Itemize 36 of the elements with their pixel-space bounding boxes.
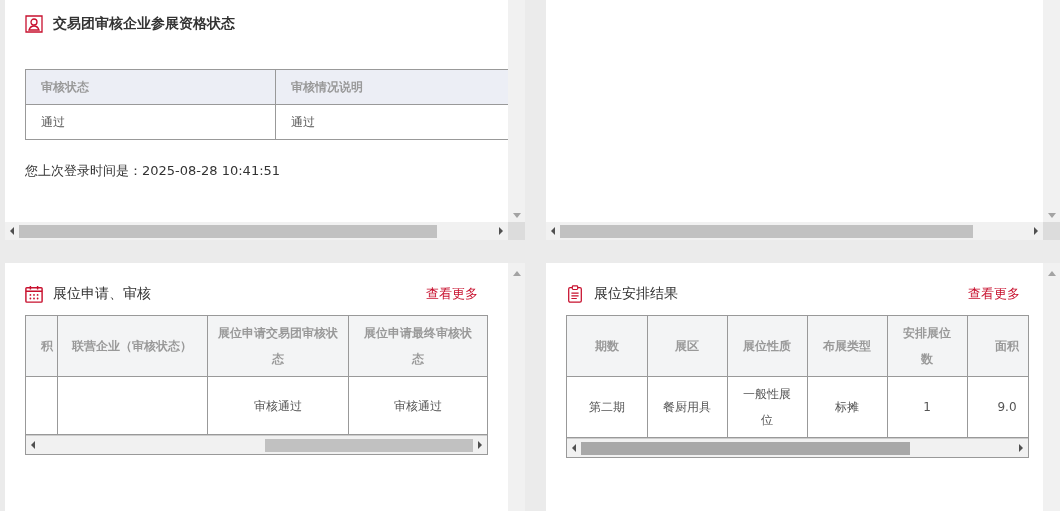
clipboard-icon [566,285,584,303]
table-cell: 一般性展位 [727,376,807,438]
table-cell: 1 [887,376,967,438]
vertical-scrollbar[interactable] [508,263,525,511]
column-header: 布展类型 [807,316,887,377]
horizontal-scrollbar[interactable] [546,222,1060,240]
view-more-link[interactable]: 查看更多 [968,285,1020,303]
column-header: 展位申请交易团审核状态 [207,316,348,377]
table-cell: 第二期 [567,376,647,438]
horizontal-scrollbar[interactable] [5,222,525,240]
table-cell: 审核通过 [207,376,348,435]
vertical-scrollbar[interactable] [508,0,525,222]
last-login-text: 您上次登录时间是：2025-08-28 10:41:51 [25,162,282,180]
column-header: 展区 [647,316,727,377]
column-header: 展位申请最终审核状态 [348,316,487,377]
person-badge-icon [25,15,43,33]
column-header: 审核状态 [25,69,276,105]
horizontal-scrollbar[interactable] [26,435,487,454]
horizontal-scrollbar[interactable] [567,438,1028,457]
column-header: 积 [26,316,57,377]
column-header: 展位性质 [727,316,807,377]
panel-title: 展位申请、审核 [53,285,151,303]
vertical-scrollbar[interactable] [1043,0,1060,222]
column-header: 联营企业（审核状态） [57,316,207,377]
vertical-scrollbar[interactable] [1043,263,1060,511]
column-header: 安排展位数 [887,316,967,377]
view-more-link[interactable]: 查看更多 [426,285,478,303]
panel-title: 交易团审核企业参展资格状态 [53,15,235,33]
table-cell: 餐厨用具 [647,376,727,438]
column-header: 期数 [567,316,647,377]
table-cell: 标摊 [807,376,887,438]
calendar-icon [25,285,43,303]
column-header: 面积 [967,316,1028,377]
panel-title: 展位安排结果 [594,285,678,303]
table-cell: 通过 [25,104,276,140]
column-header: 审核情况说明 [275,69,508,105]
